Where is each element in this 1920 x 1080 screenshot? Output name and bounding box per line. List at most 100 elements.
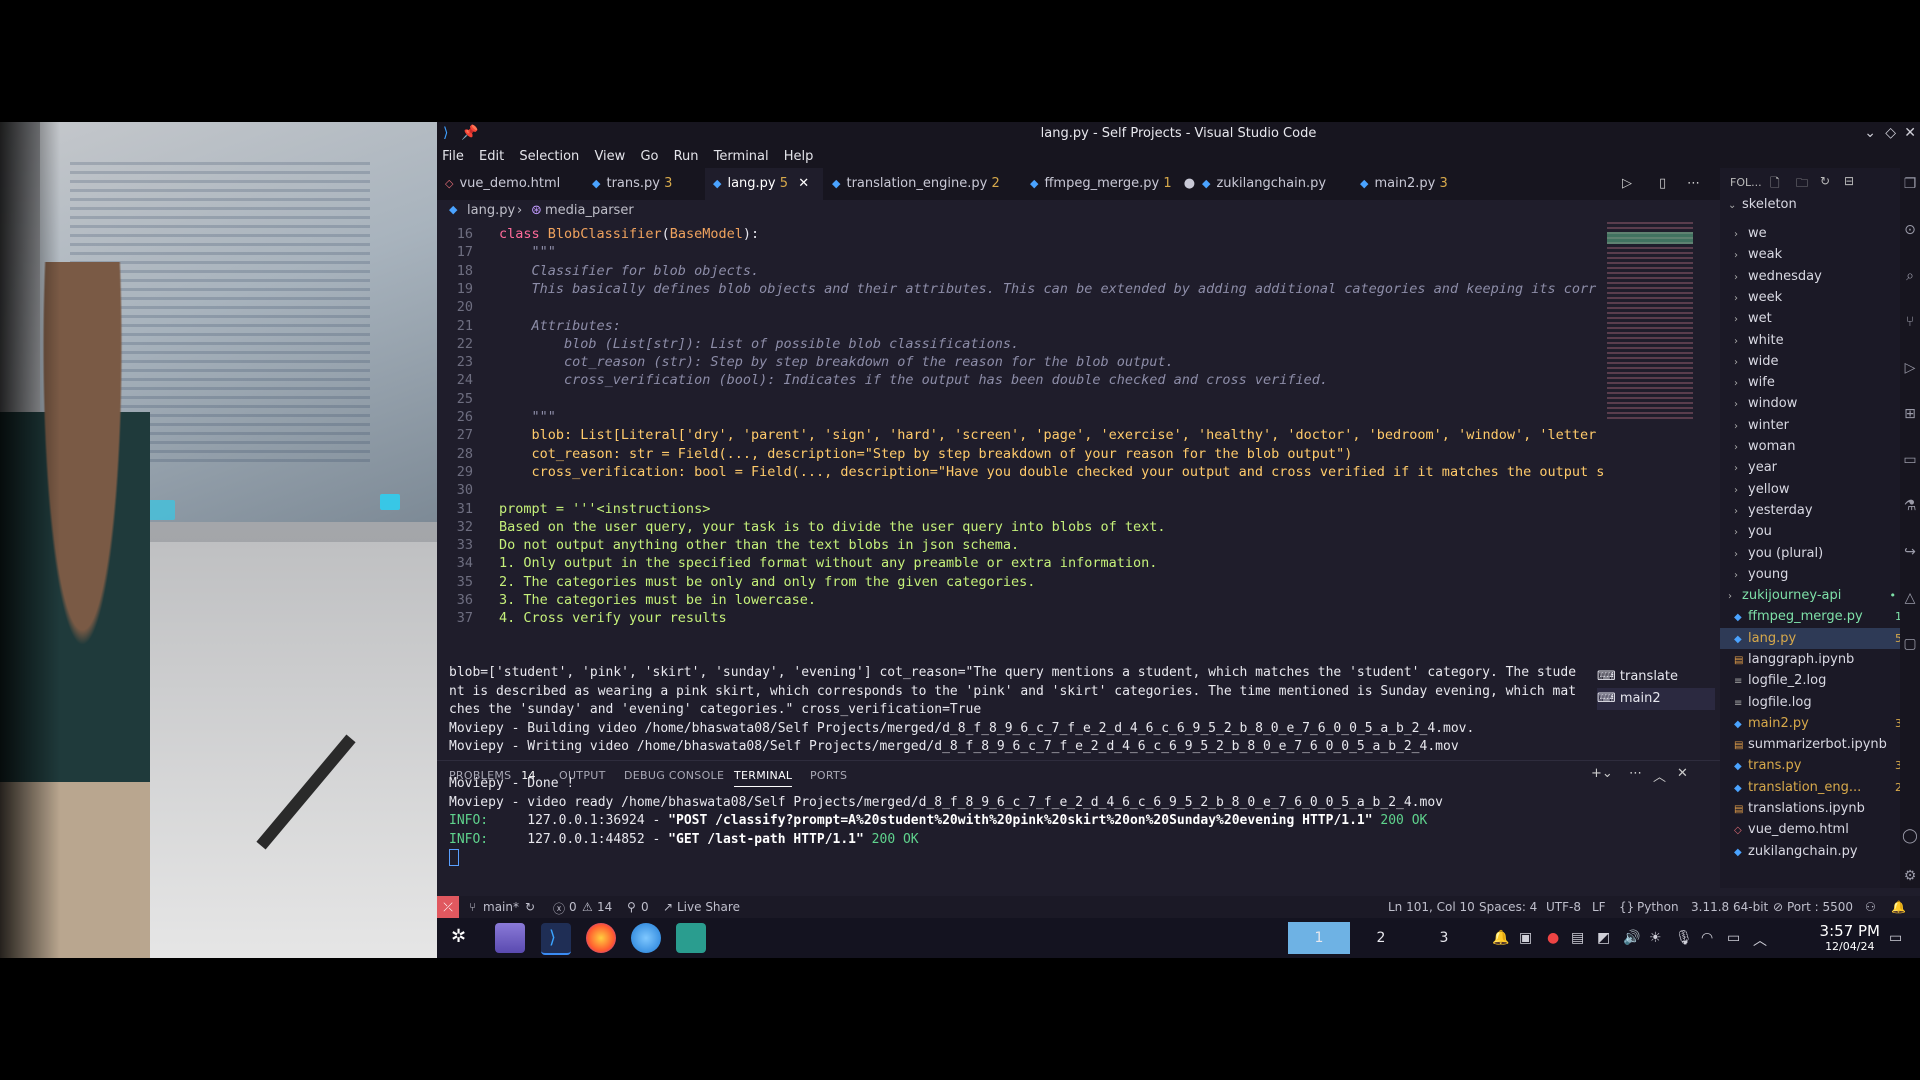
split-editor-icon[interactable]: ▯ [1659, 176, 1666, 191]
file-lang[interactable]: ◆ lang.py 5 [1720, 627, 1914, 649]
folder-item[interactable]: › winter [1720, 415, 1914, 436]
folder-item[interactable]: › wide [1720, 351, 1914, 372]
deploy-icon[interactable]: △ [1900, 590, 1920, 606]
testing-icon[interactable]: ⚗ [1900, 498, 1920, 514]
more-icon[interactable]: ⋯ [1629, 766, 1642, 781]
workspace-2[interactable]: 2 [1350, 922, 1412, 954]
new-file-icon[interactable]: 🗋 [1770, 174, 1780, 195]
close-panel-icon[interactable]: ✕ [1677, 766, 1688, 781]
run-debug-icon[interactable]: ▷ [1900, 360, 1920, 376]
folder-item[interactable]: › woman [1720, 436, 1914, 457]
refresh-icon[interactable]: ↻ [1820, 174, 1830, 188]
file-summarizerbot[interactable]: ▤ summarizerbot.ipynb [1720, 734, 1914, 755]
status-encoding[interactable]: UTF-8 [1546, 900, 1581, 914]
folder-item[interactable]: › wet [1720, 308, 1914, 329]
menu-view[interactable]: View [594, 146, 625, 168]
terminal-instance[interactable]: ⌨ main2 [1597, 688, 1715, 710]
search-icon[interactable]: ⌕ [1900, 268, 1920, 284]
display-icon[interactable]: ◩ [1597, 930, 1610, 946]
folder-item[interactable]: › year [1720, 457, 1914, 478]
folder-item[interactable]: › weak [1720, 244, 1914, 265]
battery-icon[interactable]: ▭ [1727, 930, 1740, 946]
status-ports[interactable]: 0 [641, 900, 649, 914]
account-icon[interactable]: ◯ [1900, 828, 1920, 844]
minimap[interactable] [1607, 222, 1697, 422]
file-manager-icon[interactable] [495, 923, 525, 953]
file-trans[interactable]: ◆ trans.py 3 [1720, 755, 1914, 776]
minimize-icon[interactable]: ⌄ [1864, 125, 1876, 141]
folder-item[interactable]: › week [1720, 287, 1914, 308]
run-icon[interactable]: ▷ [1622, 176, 1632, 191]
folder-item[interactable]: › you [1720, 521, 1914, 542]
maximize-panel-icon[interactable]: ︿ [1653, 766, 1666, 785]
menu-file[interactable]: File [442, 146, 464, 168]
status-warnings[interactable]: 14 [597, 900, 612, 914]
file-langgraph[interactable]: ▤ langgraph.ipynb [1720, 649, 1914, 670]
file-logfile[interactable]: ≡ logfile.log [1720, 692, 1914, 713]
menu-terminal[interactable]: Terminal [714, 146, 769, 168]
clipboard-icon[interactable]: ▤ [1571, 930, 1584, 946]
collapse-icon[interactable]: ⊟ [1844, 174, 1854, 188]
file-logfile-2[interactable]: ≡ logfile_2.log [1720, 670, 1914, 691]
live-share-icon[interactable]: ↪ [1900, 544, 1920, 560]
accounts-icon[interactable]: ⊙ [1900, 222, 1920, 238]
folder-item[interactable]: › yesterday [1720, 500, 1914, 521]
app-launcher-icon[interactable]: ✲ [451, 926, 466, 947]
explorer-folder-root[interactable]: ⌄ skeleton [1720, 194, 1908, 215]
menu-run[interactable]: Run [674, 146, 699, 168]
status-language[interactable]: Python [1637, 900, 1679, 914]
folder-item[interactable]: › young [1720, 564, 1914, 585]
chat-icon[interactable]: ▢ [1900, 636, 1920, 652]
menu-go[interactable]: Go [640, 146, 658, 168]
folder-item[interactable]: › yellow [1720, 479, 1914, 500]
browser-icon[interactable] [631, 923, 661, 953]
file-ffmpeg-merge[interactable]: ◆ ffmpeg_merge.py 1 [1720, 606, 1914, 627]
tab-main2[interactable]: ◆ main2.py 3 [1352, 168, 1460, 200]
workspace-3[interactable]: 3 [1413, 922, 1475, 954]
status-branch[interactable]: main* [483, 900, 519, 914]
extensions-icon[interactable]: ⊞ [1900, 406, 1920, 422]
tab-vue-demo[interactable]: ◇ vue_demo.html [437, 168, 585, 200]
remote-desktop-icon[interactable] [676, 923, 706, 953]
file-zukilangchain[interactable]: ◆ zukilangchain.py [1720, 841, 1914, 862]
sync-icon[interactable]: ↻ [525, 900, 535, 914]
microphone-icon[interactable]: 🎙 [1675, 930, 1693, 946]
volume-icon[interactable]: 🔊 [1623, 930, 1640, 946]
menu-edit[interactable]: Edit [479, 146, 504, 168]
bell-icon[interactable]: 🔔 [1891, 900, 1906, 914]
terminal-cursor[interactable] [449, 849, 1599, 873]
status-cursor-position[interactable]: Ln 101, Col 10 [1388, 900, 1475, 914]
more-actions-icon[interactable]: ⋯ [1687, 176, 1700, 191]
breadcrumb-symbol[interactable]: media_parser [545, 203, 634, 218]
folder-item[interactable]: › window [1720, 393, 1914, 414]
status-indentation[interactable]: Spaces: 4 [1479, 900, 1537, 914]
status-live-share[interactable]: Live Share [677, 900, 740, 914]
file-vue-demo[interactable]: ◇ vue_demo.html [1720, 819, 1914, 840]
accounts-icon[interactable]: ⚇ [1865, 900, 1876, 914]
tab-zukilangchain[interactable]: ◆ zukilangchain.py [1194, 168, 1342, 200]
status-eol[interactable]: LF [1592, 900, 1606, 914]
firefox-icon[interactable] [586, 923, 616, 953]
status-errors[interactable]: 0 [569, 900, 577, 914]
menu-help[interactable]: Help [784, 146, 814, 168]
folder-item[interactable]: › white [1720, 330, 1914, 351]
breadcrumb-file[interactable]: lang.py [467, 203, 515, 218]
menu-selection[interactable]: Selection [519, 146, 579, 168]
folder-item[interactable]: › we [1720, 223, 1914, 244]
folder-item[interactable]: › wife [1720, 372, 1914, 393]
terminal-instance[interactable]: ⌨ translate [1597, 666, 1715, 688]
status-interpreter[interactable]: 3.11.8 64-bit [1691, 900, 1768, 914]
tab-translation-engine[interactable]: ◆ translation_engine.py 2 [824, 168, 1002, 200]
tray-expand-icon[interactable]: ︿ [1753, 930, 1767, 950]
new-folder-icon[interactable]: 🗀 [1796, 174, 1808, 195]
folder-item[interactable]: › wednesday [1720, 266, 1914, 287]
vscode-taskbar-icon[interactable]: ⟩ [541, 923, 571, 955]
record-icon[interactable]: ● [1547, 930, 1559, 946]
tab-trans[interactable]: ◆ trans.py 3 [584, 168, 692, 200]
terminal-output[interactable]: blob=['student', 'pink', 'skirt', 'sunda… [437, 665, 1720, 896]
brightness-icon[interactable]: ☀ [1649, 930, 1662, 946]
file-translation-engine[interactable]: ◆ translation_eng... 2 [1720, 777, 1914, 798]
remote-icon[interactable]: ⤫ [437, 896, 459, 918]
settings-gear-icon[interactable]: ⚙ [1900, 868, 1920, 884]
close-icon[interactable]: ✕ [1904, 125, 1916, 141]
